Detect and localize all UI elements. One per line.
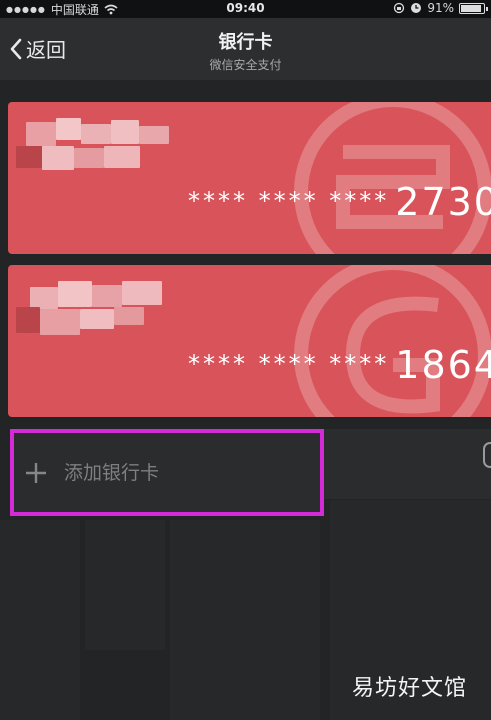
card-number-mask: **** **** **** [188, 350, 390, 378]
bank-card-1[interactable]: **** **** **** 2730 [8, 102, 491, 254]
status-bar: ●●●●● 中国联通 09:40 91% [0, 0, 491, 18]
navigation-bar: 返回 银行卡 微信安全支付 [0, 18, 491, 80]
masked-bank-name [16, 281, 176, 341]
background-panel [170, 520, 320, 720]
add-card-row-background [324, 429, 491, 499]
card-last-digits: 2730 [395, 180, 491, 224]
card-last-digits: 1864 [395, 343, 491, 387]
page-title: 银行卡 [218, 32, 273, 53]
bank-logo-icon [294, 102, 491, 254]
battery-percent: 91% [427, 1, 454, 15]
card-number-mask: **** **** **** [188, 187, 390, 215]
battery-fill [461, 4, 482, 12]
edge-icon [483, 442, 491, 468]
alarm-icon [411, 3, 422, 13]
status-right: 91% [393, 1, 488, 15]
background-panel [85, 520, 165, 650]
battery-icon [459, 2, 488, 14]
rotation-lock-icon [394, 2, 405, 14]
add-bank-card-button[interactable]: 添加银行卡 [10, 429, 324, 516]
card-number: **** **** **** 1864 [188, 343, 491, 387]
card-list: **** **** **** 2730 **** **** **** 1864 添加… [0, 80, 491, 720]
add-bank-card-label: 添加银行卡 [64, 462, 160, 484]
masked-bank-name [16, 118, 176, 178]
watermark-text: 易坊好文馆 [351, 676, 467, 701]
bank-card-2[interactable]: **** **** **** 1864 [8, 265, 491, 417]
background-panel [0, 520, 80, 720]
plus-icon [26, 463, 46, 483]
page-subtitle: 微信安全支付 [209, 58, 282, 72]
card-number: **** **** **** 2730 [188, 180, 491, 224]
bank-logo-icon [294, 265, 491, 417]
